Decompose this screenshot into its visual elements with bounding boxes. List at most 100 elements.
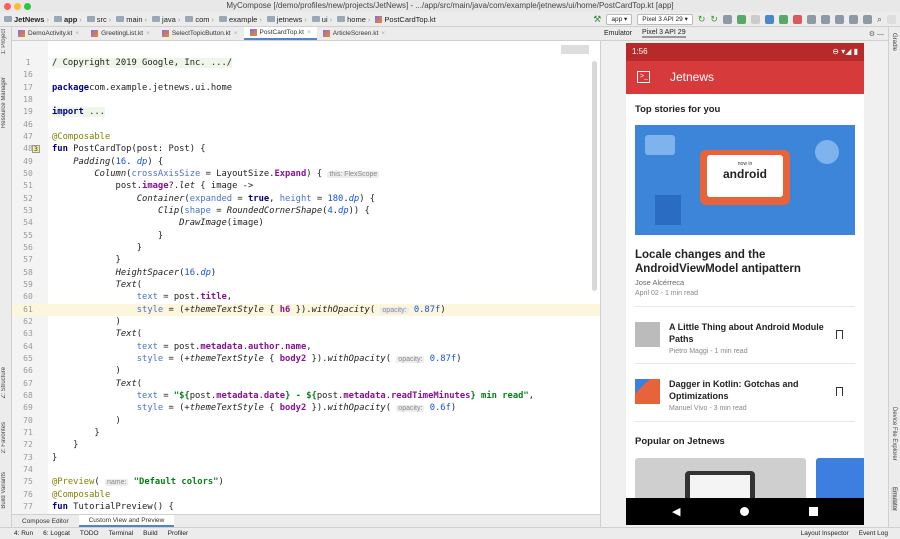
code-editor[interactable]: 1 / Copyright 2019 Google, Inc. .../ 16 17 p… [12,41,600,514]
tool-device-file-explorer[interactable]: Device File Explorer [891,407,897,461]
tab-greetinglist-kt[interactable]: GreetingList.kt × [85,27,156,40]
override-badge[interactable]: 3 [32,145,40,154]
code-line[interactable]: 68 text = "${post.metadata.date} - ${pos… [12,390,600,402]
code-line[interactable]: 18 [12,94,600,106]
device-manager-icon[interactable] [848,15,858,24]
tool-4-run[interactable]: 4: Run [14,530,33,537]
tool-favorites[interactable]: 2: Favorites [1,422,7,453]
code-line[interactable]: 74 [12,464,600,476]
top-story-title[interactable]: Locale changes and the AndroidViewModel … [635,248,850,276]
tool-project[interactable]: 1: Project [1,29,7,54]
code-line[interactable]: 50 Column(crossAxisSize = LayoutSize.Exp… [12,168,600,180]
search-icon[interactable]: ⌕ [877,14,882,25]
code-line[interactable]: 71 } [12,427,600,439]
code-line[interactable]: 64 text = post.metadata.author.name, [12,341,600,353]
code-line[interactable]: 62 ) [12,316,600,328]
tool-build[interactable]: Build [143,530,157,537]
apply-code-changes-icon[interactable]: ↻ [710,14,718,25]
tab-postcardtop-kt[interactable]: PostCardTop.kt × [243,26,317,40]
account-icon[interactable] [887,15,896,24]
recents-icon[interactable] [809,507,818,516]
build-hammer-icon[interactable]: ⚒ [593,14,601,25]
code-line[interactable]: 57 } [12,254,600,266]
close-icon[interactable]: × [75,27,79,40]
breadcrumb-item[interactable]: ui › [311,15,334,24]
code-line[interactable]: 19 import ... [12,106,600,118]
tool-6-logcat[interactable]: 6: Logcat [43,530,70,537]
breadcrumb-item[interactable]: example › [218,15,264,24]
code-line[interactable]: 73} [12,452,600,464]
code-line[interactable]: 49 Padding(16. dp) { [12,156,600,168]
code-line[interactable]: 52 Container(expanded = true, height = 1… [12,193,600,205]
code-line[interactable]: 77 fun TutorialPreview() { [12,501,600,513]
view-mode-buttons[interactable] [561,45,589,54]
tab-demoactivity-kt[interactable]: DemoActivity.kt × [12,27,85,40]
tool-event-log[interactable]: Event Log [859,530,888,537]
back-icon[interactable]: ◀ [672,505,680,518]
coverage-icon[interactable] [722,15,732,24]
tool-gradle[interactable]: Gradle [891,33,897,51]
code-line[interactable]: 47 @Composable [12,131,600,143]
device-select[interactable]: Pixel 3 API 29 ▾ [637,14,693,25]
code-line[interactable]: 76 @Composable [12,489,600,501]
breadcrumb-item[interactable]: java › [152,15,182,24]
tab-compose-editor[interactable]: Compose Editor [12,515,79,527]
close-window-button[interactable] [4,3,11,10]
post-title[interactable]: A Little Thing about Android Module Path… [669,321,829,345]
tool-build-variants[interactable]: Build Variants [1,472,7,509]
profile-icon[interactable] [764,15,774,24]
code-line[interactable]: 69 style = (+themeTextStyle { body2 }).w… [12,402,600,414]
tab-pixel-3-api-29[interactable]: Pixel 3 API 29 [642,29,686,38]
tool-emulator[interactable]: Emulator [891,487,897,512]
breadcrumb-item[interactable]: PostCardTop.kt [375,15,436,24]
hero-image[interactable]: now in android [635,125,855,235]
breadcrumb-item[interactable]: home › [337,15,372,24]
code-line[interactable]: 72 } [12,439,600,451]
code-line[interactable]: 56 } [12,242,600,254]
tool-terminal[interactable]: Terminal [109,530,134,537]
minimize-window-button[interactable] [14,3,21,10]
stop-icon[interactable] [792,15,802,24]
tool-structure[interactable]: Z: Structure [1,367,7,398]
tab-articlescreen-kt[interactable]: ArticleScreen.kt × [317,27,391,40]
bookmark-icon[interactable] [836,330,843,339]
code-line[interactable]: 51 post.image?.let { image -> [12,180,600,192]
code-line[interactable]: 59 Text( [12,279,600,291]
code-line[interactable]: 16 [12,69,600,81]
debug-icon[interactable] [736,15,746,24]
breadcrumb-item[interactable]: JetNews › [4,15,51,24]
code-line[interactable]: 66 ) [12,365,600,377]
code-line[interactable]: 46 [12,119,600,131]
home-icon[interactable] [740,507,749,516]
gear-icon[interactable]: ⚙ — [869,30,884,38]
attach-debugger-icon[interactable] [778,15,788,24]
close-icon[interactable]: × [146,27,150,40]
close-icon[interactable]: × [381,27,385,40]
attach-icon[interactable] [750,15,760,24]
breadcrumb-item[interactable]: src › [86,15,114,24]
tool-resource-manager[interactable]: Resource Manager [1,77,7,128]
code-line[interactable]: 60 text = post.title, [12,291,600,303]
code-line[interactable]: 75 @Preview( name: "Default colors") [12,476,600,488]
code-line[interactable]: 53 Clip(shape = RoundedCornerShape(4.dp)… [12,205,600,217]
apply-changes-icon[interactable]: ↻ [698,14,706,25]
code-line[interactable]: 1 / Copyright 2019 Google, Inc. .../ [12,57,600,69]
code-line[interactable]: 55 } [12,230,600,242]
maximize-window-button[interactable] [24,3,31,10]
code-line[interactable]: 58 HeightSpacer(16.dp) [12,267,600,279]
tool-layout-inspector[interactable]: Layout Inspector [801,530,849,537]
tab-selecttopicbutton-kt[interactable]: SelectTopicButton.kt × [156,27,244,40]
breadcrumb-item[interactable]: com › [185,15,216,24]
bookmark-icon[interactable] [836,387,843,396]
tool-todo[interactable]: TODO [80,530,99,537]
popular-card-image[interactable] [635,458,806,506]
breadcrumb-item[interactable]: main › [116,15,149,24]
post-title[interactable]: Dagger in Kotlin: Gotchas and Optimizati… [669,378,829,402]
code-line[interactable]: 17 packagecom.example.jetnews.ui.home [12,82,600,94]
run-config-select[interactable]: app ▾ [606,14,633,25]
close-icon[interactable]: × [307,26,311,39]
phone-screen[interactable]: 1:56 ⊖ ▾◢ ▮ >_ Jetnews Top stories for y… [626,43,864,525]
popular-card-image[interactable] [816,458,864,503]
sdk-manager-icon[interactable] [820,15,830,24]
breadcrumb-item[interactable]: jetnews › [266,15,309,24]
